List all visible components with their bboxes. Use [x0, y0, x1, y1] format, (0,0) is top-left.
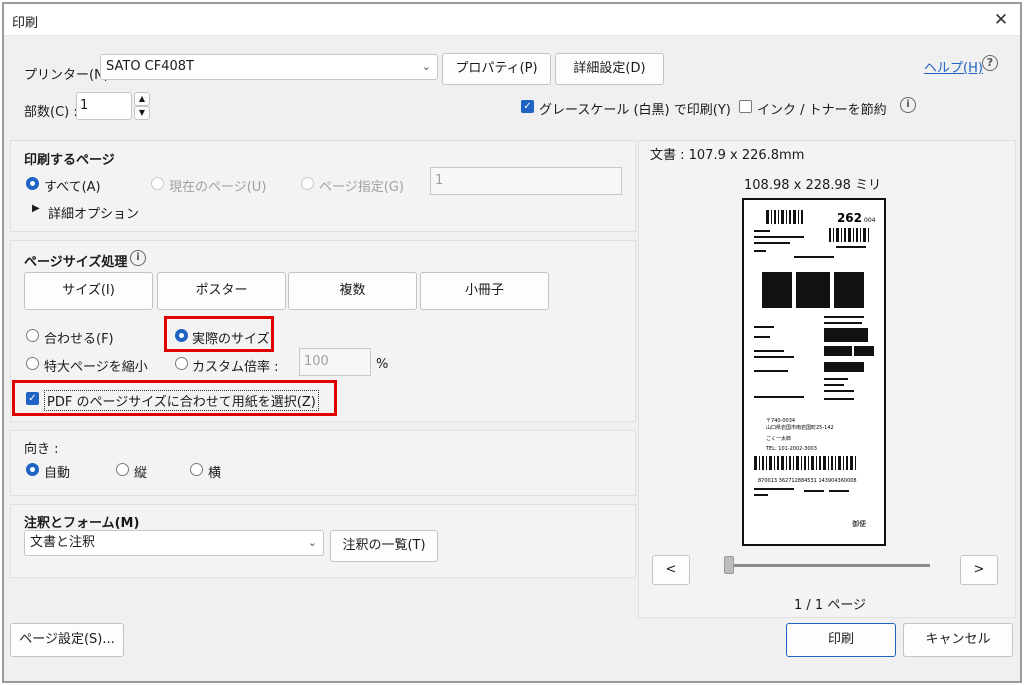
pages-all-label: すべて(A) — [44, 180, 101, 195]
tab-poster[interactable]: ポスター — [157, 272, 286, 310]
print-button[interactable]: 印刷 — [786, 623, 896, 657]
shrink-label: 特大ページを縮小 — [44, 360, 148, 375]
pages-range-radio[interactable] — [301, 177, 314, 190]
custom-scale-input[interactable]: 100 — [299, 348, 371, 376]
label-tel: TEL: 101-2002-3003 — [765, 446, 817, 452]
pdf-paper-label: PDF のページサイズに合わせて用紙を選択(Z) — [44, 390, 319, 411]
pages-current-label: 現在のページ(U) — [169, 180, 267, 195]
cancel-button[interactable]: キャンセル — [903, 623, 1013, 657]
save-ink-label: インク / トナーを節約 — [757, 103, 887, 118]
tab-booklet[interactable]: 小冊子 — [420, 272, 549, 310]
info-icon[interactable]: i — [130, 250, 146, 266]
orientation-portrait-label: 縦 — [134, 466, 148, 481]
page-setup-button[interactable]: ページ設定(S)... — [10, 623, 124, 657]
custom-scale-radio[interactable] — [175, 357, 188, 370]
printer-select-value: SATO CF408T — [106, 59, 194, 74]
label-postcode: 〒740-0034 — [766, 418, 795, 424]
page-slider-track[interactable] — [726, 564, 930, 567]
prev-page-button[interactable]: < — [652, 555, 690, 585]
custom-scale-label: カスタム倍率 : — [192, 360, 279, 375]
label-footer: 御便 — [852, 519, 866, 528]
pages-range-input[interactable]: 1 — [430, 167, 622, 195]
fit-radio[interactable] — [26, 329, 39, 342]
fit-label: 合わせる(F) — [44, 332, 114, 347]
page-size-title: ページサイズ処理 — [24, 255, 128, 270]
pdf-paper-checkbox[interactable]: ✓ — [26, 392, 39, 405]
tab-multiple[interactable]: 複数 — [288, 272, 417, 310]
grayscale-label: グレースケール (白黒) で印刷(Y) — [539, 103, 731, 118]
advanced-button[interactable]: 詳細設定(D) — [555, 53, 664, 85]
close-icon[interactable]: ✕ — [988, 7, 1014, 33]
page-preview: 262 004 〒740-0034 山口県岩国市南岩国町25-142 ごく一太郎… — [742, 198, 886, 546]
orientation-landscape-radio[interactable] — [190, 463, 203, 476]
orientation-auto-radio[interactable] — [26, 463, 39, 476]
copies-input[interactable]: 1 — [76, 92, 132, 120]
label-number: 262 — [837, 211, 862, 225]
pages-range-label: ページ指定(G) — [319, 180, 404, 195]
info-icon[interactable]: i — [900, 97, 916, 113]
actual-size-radio[interactable] — [175, 329, 188, 342]
doc-size-label: 文書 : 107.9 x 226.8mm — [650, 148, 805, 163]
label-address: 山口県岩国市南岩国町25-142 — [766, 424, 834, 431]
grayscale-checkbox[interactable]: ✓ — [521, 100, 534, 113]
pages-title: 印刷するページ — [24, 153, 115, 168]
label-barcode-text: 870013 362712884531 143904360008 — [758, 478, 857, 484]
next-page-button[interactable]: > — [960, 555, 998, 585]
page-counter: 1 / 1 ページ — [794, 598, 867, 613]
comments-summary-button[interactable]: 注釈の一覧(T) — [330, 530, 438, 562]
comments-select-value: 文書と注釈 — [30, 535, 96, 550]
copies-decrement-button[interactable]: ▼ — [134, 106, 150, 120]
properties-button[interactable]: プロパティ(P) — [442, 53, 551, 85]
copies-increment-button[interactable]: ▲ — [134, 92, 150, 106]
chevron-down-icon: ⌄ — [307, 536, 317, 549]
print-dialog: 印刷 ✕ プリンター(N) : SATO CF408T ⌄ プロパティ(P) 詳… — [2, 2, 1022, 683]
comments-title: 注釈とフォーム(M) — [24, 516, 140, 531]
title-bar: 印刷 ✕ — [4, 4, 1020, 36]
caret-right-icon[interactable]: ▶ — [32, 203, 40, 214]
copies-value: 1 — [80, 98, 89, 113]
help-icon[interactable]: ? — [982, 55, 998, 71]
chevron-down-icon: ⌄ — [421, 60, 431, 73]
pages-current-radio[interactable] — [151, 177, 164, 190]
help-link[interactable]: ヘルプ(H) — [924, 57, 983, 76]
shrink-radio[interactable] — [26, 357, 39, 370]
dialog-title: 印刷 — [12, 16, 39, 31]
percent-label: % — [376, 357, 389, 372]
page-slider-thumb[interactable] — [724, 556, 734, 574]
comments-select[interactable]: 文書と注釈 ⌄ — [24, 530, 324, 556]
label-preview-image: 262 004 〒740-0034 山口県岩国市南岩国町25-142 ごく一太郎… — [754, 210, 876, 528]
pages-all-radio[interactable] — [26, 177, 39, 190]
orientation-auto-label: 自動 — [44, 466, 71, 481]
save-ink-checkbox[interactable] — [739, 100, 752, 113]
label-name: ごく一太郎 — [766, 435, 791, 442]
printer-select[interactable]: SATO CF408T ⌄ — [100, 54, 438, 80]
orientation-panel — [10, 430, 636, 496]
more-options-label[interactable]: 詳細オプション — [48, 203, 139, 222]
label-suffix: 004 — [864, 217, 876, 224]
orientation-landscape-label: 横 — [208, 466, 222, 481]
paper-size-label: 108.98 x 228.98 ミリ — [744, 178, 882, 193]
tab-size[interactable]: サイズ(I) — [24, 272, 153, 310]
orientation-portrait-radio[interactable] — [116, 463, 129, 476]
orientation-title: 向き : — [24, 442, 59, 457]
copies-label: 部数(C) : — [24, 105, 78, 120]
actual-size-label: 実際のサイズ — [192, 332, 270, 347]
